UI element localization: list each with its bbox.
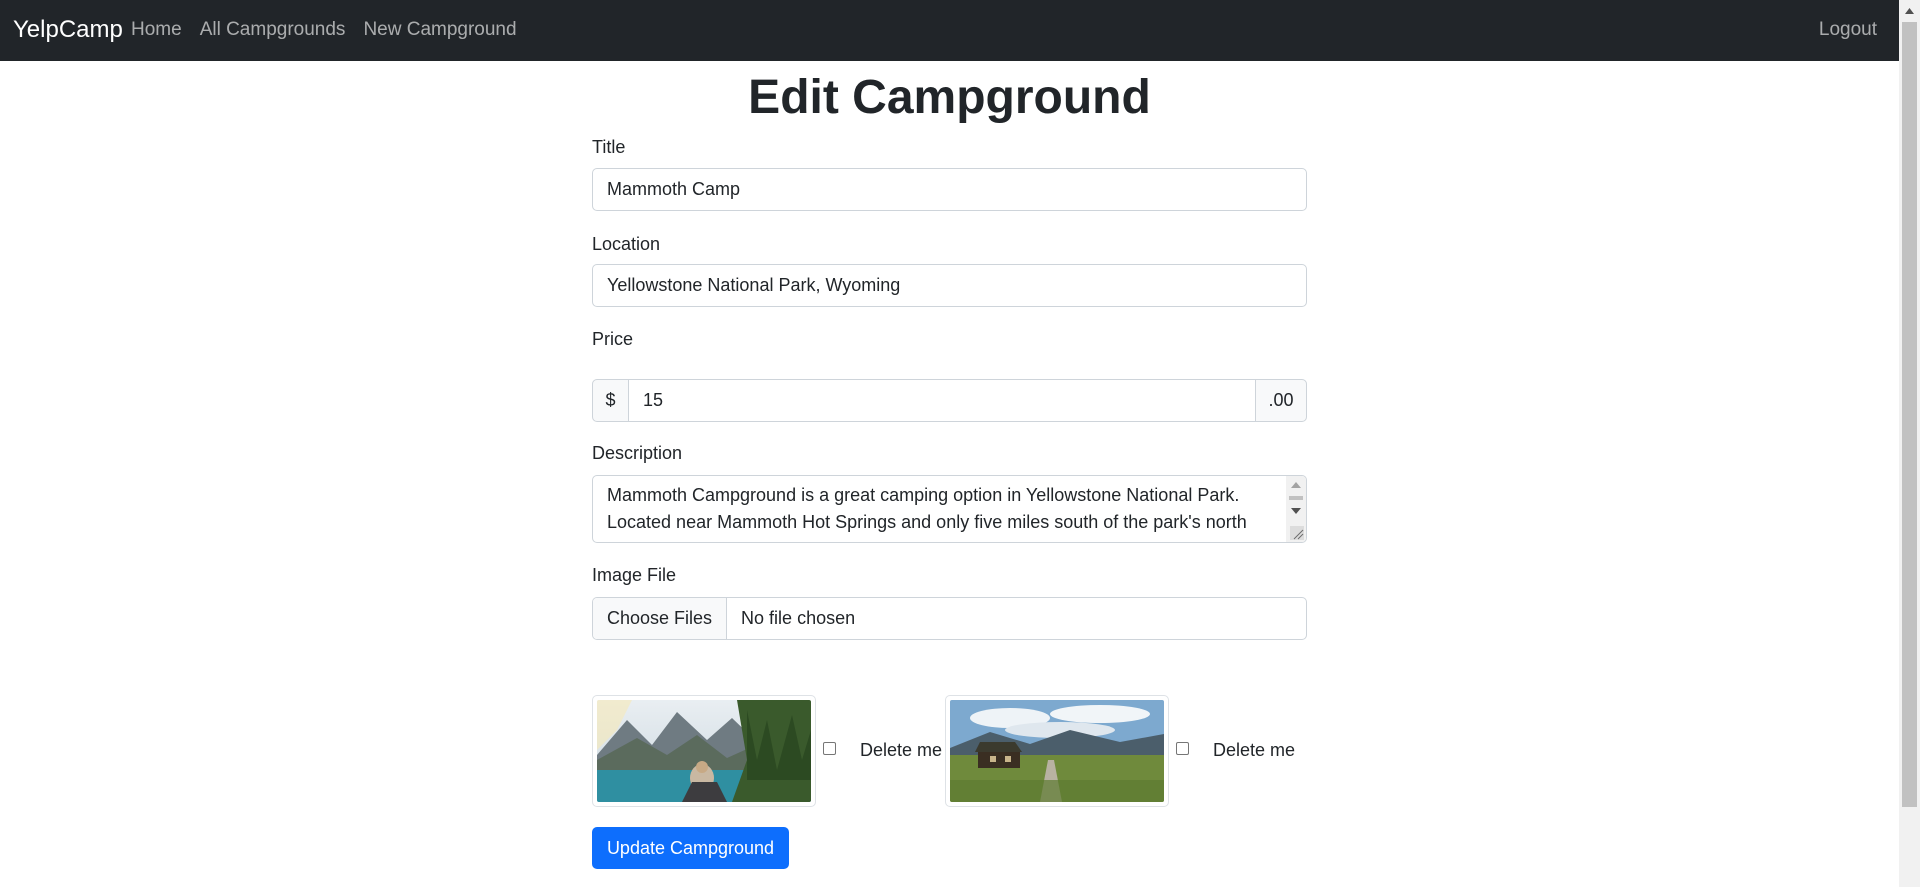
image-thumbnails: Delete me Delete me xyxy=(592,695,1307,809)
delete-image-2-checkbox[interactable] xyxy=(1176,742,1189,755)
nav-link-home[interactable]: Home xyxy=(131,17,182,43)
location-input[interactable]: Yellowstone National Park, Wyoming xyxy=(592,264,1307,307)
choose-files-button[interactable]: Choose Files xyxy=(593,598,728,639)
title-field-group: Title xyxy=(592,135,625,159)
cabin-meadow-photo xyxy=(950,700,1164,802)
scroll-down-icon[interactable] xyxy=(1291,508,1301,514)
scrollbar-thumb[interactable] xyxy=(1902,22,1917,807)
scroll-up-icon[interactable] xyxy=(1291,482,1301,488)
page-scrollbar[interactable] xyxy=(1899,0,1920,887)
page-title: Edit Campground xyxy=(748,71,1151,124)
description-field-group: Description xyxy=(592,441,682,465)
resize-grip-icon[interactable] xyxy=(1290,526,1304,540)
delete-image-2-label[interactable]: Delete me xyxy=(1213,738,1295,762)
delete-image-1-checkbox[interactable] xyxy=(823,742,836,755)
description-label: Description xyxy=(592,443,683,463)
page: YelpCamp Home All Campgrounds New Campgr… xyxy=(0,0,1920,887)
nav-links: Home All Campgrounds New Campground xyxy=(131,17,535,43)
image-file-input[interactable]: Choose Files No file chosen xyxy=(592,597,1307,640)
price-label: Price xyxy=(592,329,634,349)
description-scrollbar[interactable] xyxy=(1286,476,1306,542)
file-status: No file chosen xyxy=(741,608,856,628)
price-input-group: $ 15 .00 xyxy=(592,379,1307,422)
price-prefix: $ xyxy=(592,379,629,422)
location-field-group: Location xyxy=(592,232,660,256)
nav-link-all-campgrounds[interactable]: All Campgrounds xyxy=(200,17,346,43)
image-field-group: Image File xyxy=(592,563,676,587)
edit-campground-form: Edit Campground Title Mammoth Camp Locat… xyxy=(592,61,1307,869)
brand-link[interactable]: YelpCamp xyxy=(13,14,123,46)
image-file-label: Image File xyxy=(592,565,677,585)
scroll-up-arrow-icon[interactable] xyxy=(1899,0,1920,21)
thumbnail-card xyxy=(592,695,816,807)
update-campground-button[interactable]: Update Campground xyxy=(592,827,789,869)
description-text: Mammoth Campground is a great camping op… xyxy=(607,485,1247,532)
price-suffix: .00 xyxy=(1255,379,1307,422)
mountain-lake-photo xyxy=(597,700,811,802)
description-scroll-thumb[interactable] xyxy=(1289,496,1303,500)
description-textarea[interactable]: Mammoth Campground is a great camping op… xyxy=(592,475,1307,543)
title-label: Title xyxy=(592,137,626,157)
navbar: YelpCamp Home All Campgrounds New Campgr… xyxy=(0,0,1899,61)
logout-link[interactable]: Logout xyxy=(1819,17,1877,43)
nav-link-new-campground[interactable]: New Campground xyxy=(363,17,516,43)
title-input[interactable]: Mammoth Camp xyxy=(592,168,1307,211)
price-input[interactable]: 15 xyxy=(629,379,1255,422)
delete-image-1-label[interactable]: Delete me xyxy=(860,738,942,762)
price-field-group: Price xyxy=(592,327,633,351)
location-label: Location xyxy=(592,234,661,254)
thumbnail-card xyxy=(945,695,1169,807)
